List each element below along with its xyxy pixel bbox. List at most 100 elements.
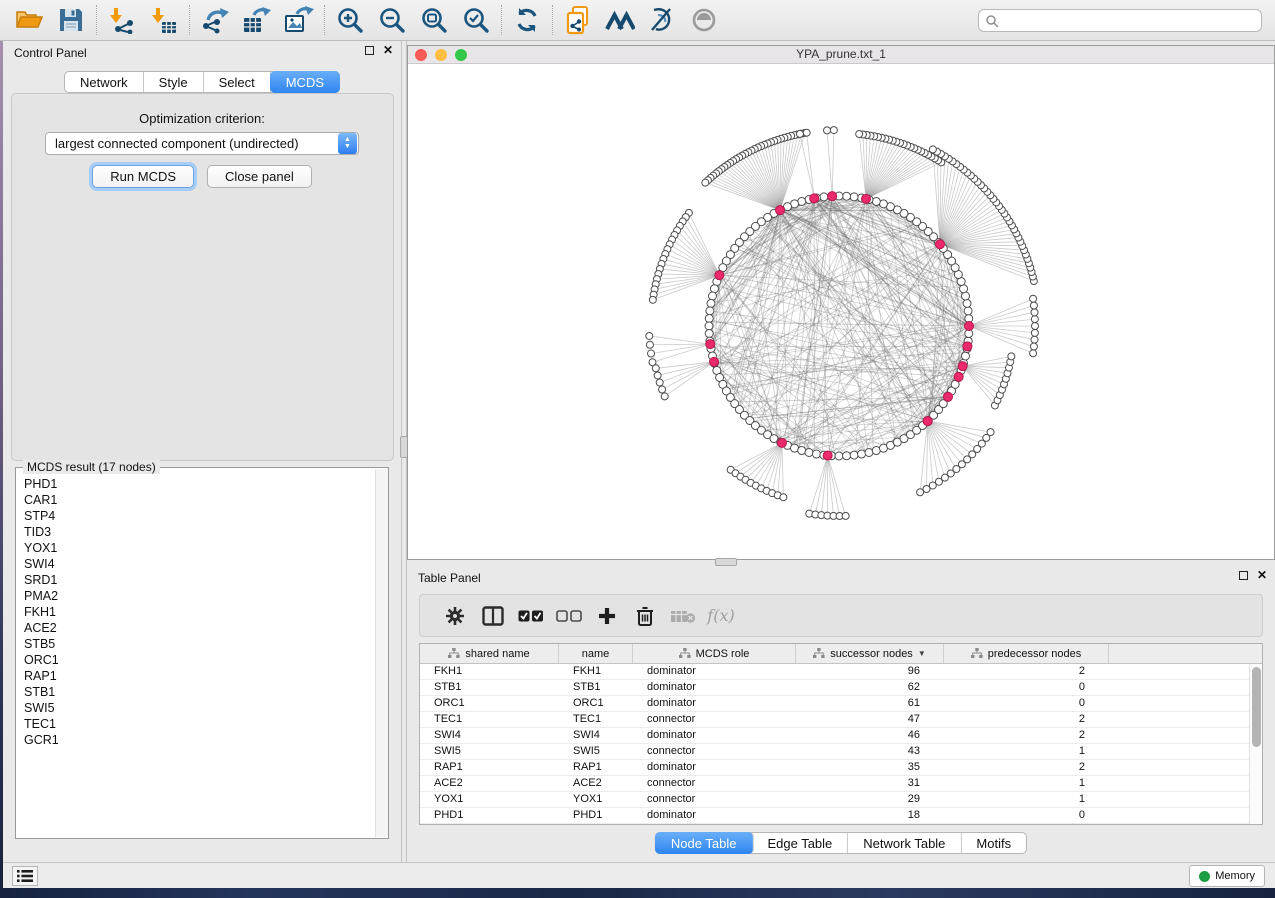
open-file-icon[interactable]	[8, 3, 50, 37]
table-row[interactable]: FKH1FKH1dominator962	[420, 664, 1249, 680]
tab-node-table[interactable]: Node Table	[655, 832, 754, 854]
network-node[interactable]	[964, 307, 972, 315]
hide-graphics-details-icon[interactable]	[641, 3, 683, 37]
export-table-icon[interactable]	[236, 3, 278, 37]
optimization-criterion-dropdown[interactable]: largest connected component (undirected)…	[45, 132, 359, 155]
export-image-icon[interactable]	[278, 3, 320, 37]
network-node[interactable]	[929, 146, 936, 153]
mcds-dominator-node[interactable]	[706, 340, 715, 349]
mcds-result-item[interactable]: STB1	[24, 684, 374, 700]
network-node[interactable]	[824, 127, 831, 134]
mcds-dominator-node[interactable]	[715, 271, 724, 280]
network-canvas[interactable]	[408, 64, 1274, 559]
network-node[interactable]	[1030, 350, 1037, 357]
mcds-dominator-node[interactable]	[923, 417, 932, 426]
close-panel-button[interactable]: Close panel	[207, 165, 312, 188]
mcds-result-item[interactable]: ACE2	[24, 620, 374, 636]
mcds-result-item[interactable]: PHD1	[24, 476, 374, 492]
tab-network[interactable]: Network	[65, 72, 144, 92]
network-node[interactable]	[652, 365, 659, 372]
mcds-dominator-node[interactable]	[963, 342, 972, 351]
run-mcds-button[interactable]: Run MCDS	[92, 165, 194, 188]
table-row[interactable]: YOX1YOX1connector291	[420, 792, 1249, 808]
mcds-dominator-node[interactable]	[775, 206, 784, 215]
import-table-icon[interactable]	[143, 3, 185, 37]
mcds-dominator-node[interactable]	[823, 451, 832, 460]
table-row[interactable]: TEC1TEC1connector472	[420, 712, 1249, 728]
mcds-dominator-node[interactable]	[828, 192, 837, 201]
table-settings-icon[interactable]	[436, 601, 474, 631]
show-graphics-details-icon[interactable]	[683, 3, 725, 37]
network-node[interactable]	[842, 512, 849, 519]
network-node[interactable]	[987, 429, 994, 436]
network-node[interactable]	[705, 314, 713, 322]
close-panel-icon[interactable]: ✕	[383, 46, 393, 55]
table-row[interactable]: ACE2ACE2connector311	[420, 776, 1249, 792]
tab-network-table[interactable]: Network Table	[848, 833, 961, 853]
zoom-fit-icon[interactable]	[413, 3, 455, 37]
network-node[interactable]	[706, 307, 714, 315]
network-node[interactable]	[1030, 343, 1037, 350]
save-session-icon[interactable]	[50, 3, 92, 37]
table-row[interactable]: RAP1RAP1dominator352	[420, 760, 1249, 776]
mcds-dominator-node[interactable]	[862, 194, 871, 203]
level-of-detail-icon[interactable]	[599, 3, 641, 37]
zoom-out-icon[interactable]	[371, 3, 413, 37]
network-node[interactable]	[872, 197, 880, 205]
column-header-predecessor-nodes[interactable]: predecessor nodes	[944, 644, 1109, 663]
mcds-result-item[interactable]: TID3	[24, 524, 374, 540]
network-node[interactable]	[865, 448, 873, 456]
network-node[interactable]	[709, 292, 717, 300]
network-node[interactable]	[661, 393, 668, 400]
import-network-icon[interactable]	[101, 3, 143, 37]
column-header-successor-nodes[interactable]: successor nodes▼	[796, 644, 944, 663]
network-node[interactable]	[798, 447, 806, 455]
deselect-all-checkbox-icon[interactable]	[550, 601, 588, 631]
network-node[interactable]	[830, 127, 837, 134]
mcds-dominator-node[interactable]	[936, 240, 945, 249]
network-node[interactable]	[646, 332, 653, 339]
search-input[interactable]	[999, 14, 1261, 28]
float-table-panel-icon[interactable]	[1239, 571, 1248, 580]
network-node[interactable]	[710, 285, 718, 293]
network-node[interactable]	[856, 131, 863, 138]
network-node[interactable]	[850, 451, 858, 459]
table-row[interactable]: SWI4SWI4dominator462	[420, 728, 1249, 744]
network-node[interactable]	[843, 452, 851, 460]
network-node[interactable]	[917, 489, 924, 496]
mcds-dominator-node[interactable]	[954, 372, 963, 381]
network-node[interactable]	[780, 494, 787, 501]
network-node[interactable]	[961, 352, 969, 360]
network-node[interactable]	[843, 192, 851, 200]
window-close-icon[interactable]	[415, 49, 427, 61]
network-node[interactable]	[648, 350, 655, 357]
mcds-result-item[interactable]: GCR1	[24, 732, 374, 748]
network-node[interactable]	[705, 330, 713, 338]
window-minimize-icon[interactable]	[435, 49, 447, 61]
network-node[interactable]	[805, 448, 813, 456]
mcds-scrollbar[interactable]	[375, 469, 388, 837]
mcds-dominator-node[interactable]	[810, 194, 819, 203]
mcds-dominator-node[interactable]	[944, 392, 953, 401]
mcds-result-item[interactable]: SWI4	[24, 556, 374, 572]
network-node[interactable]	[1032, 323, 1039, 330]
delete-row-icon[interactable]	[626, 601, 664, 631]
mcds-result-item[interactable]: PMA2	[24, 588, 374, 604]
mcds-result-item[interactable]: STP4	[24, 508, 374, 524]
table-row[interactable]: PHD1PHD1dominator180	[420, 808, 1249, 824]
network-node[interactable]	[705, 322, 713, 330]
select-all-checkbox-icon[interactable]	[512, 601, 550, 631]
mcds-result-item[interactable]: CAR1	[24, 492, 374, 508]
mcds-dominator-node[interactable]	[965, 322, 974, 331]
mcds-result-item[interactable]: ORC1	[24, 652, 374, 668]
export-network-icon[interactable]	[194, 3, 236, 37]
float-panel-icon[interactable]	[365, 46, 374, 55]
network-node[interactable]	[1031, 336, 1038, 343]
mcds-result-list[interactable]: PHD1CAR1STP4TID3YOX1SWI4SRD1PMA2FKH1ACE2…	[17, 476, 374, 837]
network-node[interactable]	[835, 452, 843, 460]
network-node[interactable]	[1030, 302, 1037, 309]
column-layout-icon[interactable]	[474, 601, 512, 631]
mcds-result-item[interactable]: SRD1	[24, 572, 374, 588]
refresh-view-icon[interactable]	[506, 3, 548, 37]
close-table-panel-icon[interactable]: ✕	[1257, 571, 1267, 580]
